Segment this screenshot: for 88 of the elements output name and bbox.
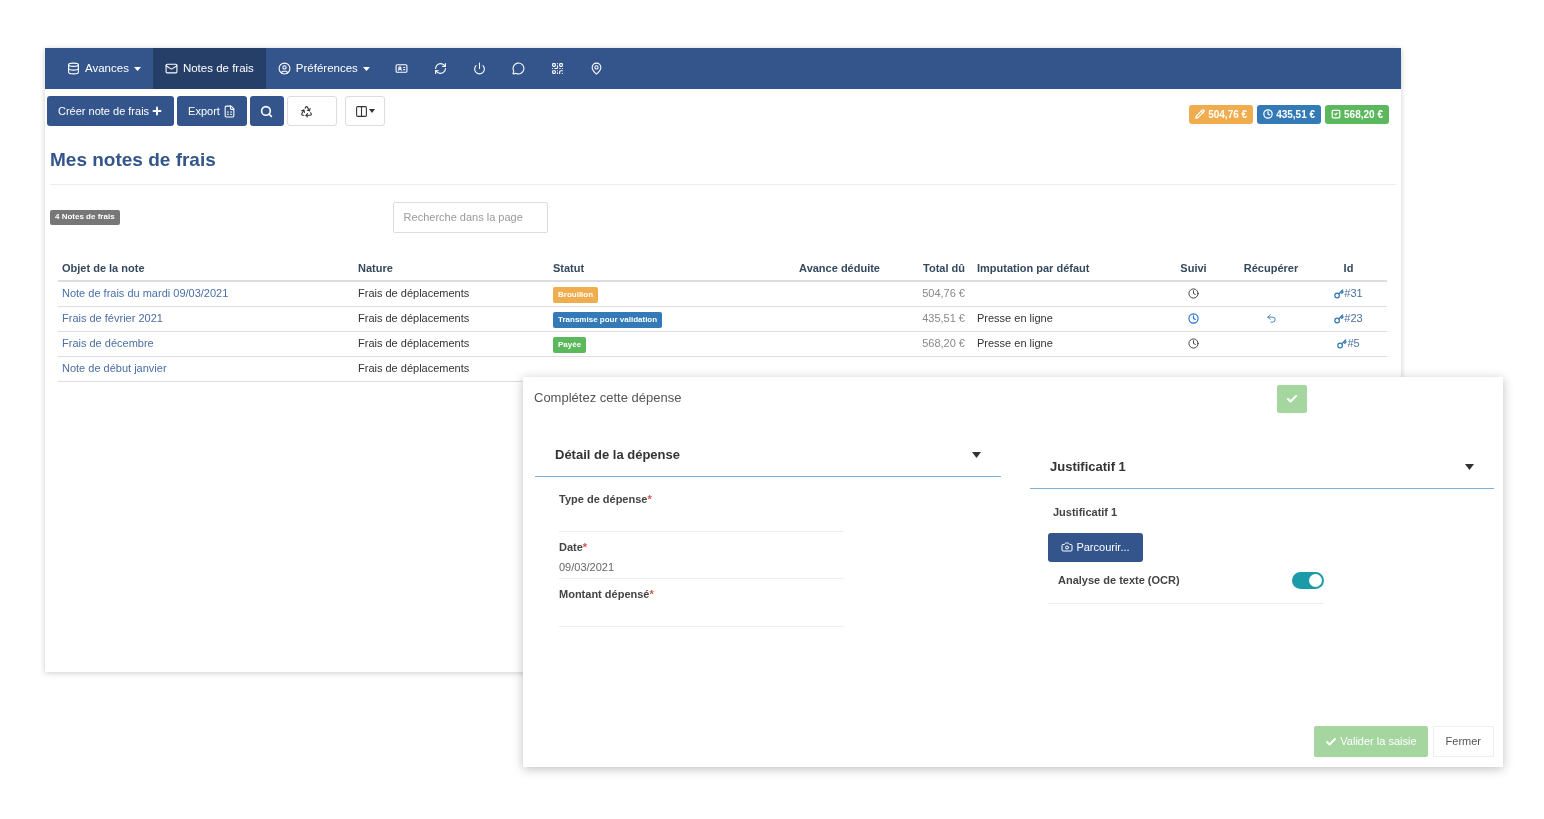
table-cell-text: Frais de déplacements <box>357 361 471 377</box>
clock-icon[interactable] <box>1188 313 1199 324</box>
checkbox-icon <box>1331 109 1342 119</box>
check-icon <box>1286 393 1298 405</box>
clock-icon[interactable] <box>1188 338 1199 349</box>
map-pin-icon <box>589 62 603 75</box>
column-header: Statut <box>552 261 586 277</box>
id-link[interactable]: #31 <box>1334 285 1363 302</box>
qr-code-icon <box>550 62 564 75</box>
create-note-button[interactable]: Créer note de frais <box>47 96 175 126</box>
envelope-icon <box>164 62 178 75</box>
note-link[interactable]: Note de frais du mardi 09/03/2021 <box>58 285 354 302</box>
key-icon <box>1334 313 1345 324</box>
clock-icon <box>1263 109 1274 119</box>
status-badge: Transmise pour validation <box>553 311 663 328</box>
column-header: Objet de la note <box>61 261 146 277</box>
caret-icon <box>972 451 981 458</box>
column-header: Avance déduite <box>798 261 881 277</box>
caret-icon <box>362 66 370 71</box>
caret-icon <box>368 109 375 113</box>
receipt-label: Justificatif 1 <box>1052 505 1119 520</box>
close-button[interactable]: Fermer <box>1432 726 1494 757</box>
pencil-icon <box>1195 109 1206 119</box>
table-cell-text: 504,76 € <box>921 286 966 302</box>
page-title: Mes notes de frais <box>50 148 217 172</box>
export-button[interactable]: Export <box>177 96 247 126</box>
columns-button[interactable] <box>344 96 385 126</box>
section-header[interactable]: Détail de la dépense <box>535 433 1001 477</box>
column-header: Total dû <box>922 261 966 277</box>
id-card-icon <box>394 62 408 75</box>
check-icon <box>1325 735 1338 748</box>
nav-item[interactable]: Avances <box>55 48 153 89</box>
plus-icon <box>151 105 164 117</box>
key-icon <box>1337 338 1348 349</box>
nav-item[interactable]: Notes de frais <box>152 48 266 89</box>
column-header: Id <box>1342 261 1355 277</box>
total-badge: 568,20 € <box>1325 104 1389 124</box>
key-icon <box>1334 288 1345 299</box>
status-badge: Payée <box>553 336 587 353</box>
nav-item[interactable]: Préférences <box>265 48 382 89</box>
count-badge: 4 Notes de frais <box>50 209 120 225</box>
caret-icon <box>133 66 141 71</box>
ocr-toggle[interactable] <box>1292 571 1324 589</box>
restore-icon[interactable] <box>1265 313 1277 324</box>
status-badge: Brouillon <box>553 286 599 303</box>
ocr-label: Analyse de texte (OCR) <box>1058 572 1180 588</box>
column-header: Suivi <box>1179 261 1208 277</box>
field-label: Montant dépensé* <box>559 587 655 602</box>
note-link[interactable]: Frais de février 2021 <box>58 310 354 327</box>
chat-bubble-icon <box>511 62 525 75</box>
table-cell: Presse en ligne <box>977 312 1053 325</box>
user-circle-icon <box>277 62 291 75</box>
power-icon <box>472 62 486 75</box>
camera-icon <box>1061 541 1074 553</box>
spreadsheet-icon <box>222 104 236 118</box>
search-field[interactable]: Recherche dans la page <box>392 201 548 233</box>
table-cell-text: Frais de déplacements <box>357 336 471 352</box>
section-header[interactable]: Justificatif 1 <box>1030 445 1494 489</box>
note-link[interactable]: Frais de décembre <box>58 335 354 352</box>
dialog-title: Complétez cette dépense <box>534 389 682 408</box>
total-badge: 435,51 € <box>1257 104 1322 124</box>
table-cell-text: Frais de déplacements <box>357 286 471 302</box>
table-cell-text: Frais de déplacements <box>357 311 471 327</box>
total-badge: 504,76 € <box>1189 104 1254 124</box>
table-cell-text: 435,51 € <box>921 311 966 327</box>
table-cell: Presse en ligne <box>977 337 1053 350</box>
refresh-icon <box>433 62 447 75</box>
column-header: Imputation par défaut <box>976 261 1091 277</box>
search-button[interactable] <box>249 96 284 126</box>
note-link[interactable]: Note de début janvier <box>58 360 354 377</box>
field-label: Date* <box>559 539 589 555</box>
caret-icon <box>1465 463 1474 470</box>
search-icon <box>260 104 274 118</box>
database-icon <box>67 62 80 75</box>
input-field[interactable]: 09/03/2021 <box>559 555 844 579</box>
id-link[interactable]: #5 <box>1337 335 1360 352</box>
recycle-button[interactable] <box>286 96 337 126</box>
column-header: Nature <box>357 261 394 277</box>
column-header: Récupérer <box>1242 261 1300 277</box>
table-cell-text: 568,20 € <box>921 336 966 352</box>
field-label: Type de dépense* <box>559 492 653 507</box>
columns-icon <box>354 104 368 118</box>
section-title: Détail de la dépense <box>555 445 680 464</box>
clock-icon[interactable] <box>1188 288 1199 299</box>
browse-button[interactable]: Parcourir... <box>1048 532 1143 562</box>
recycle-icon <box>299 104 313 118</box>
section-title: Justificatif 1 <box>1050 457 1126 476</box>
id-link[interactable]: #23 <box>1334 310 1363 327</box>
